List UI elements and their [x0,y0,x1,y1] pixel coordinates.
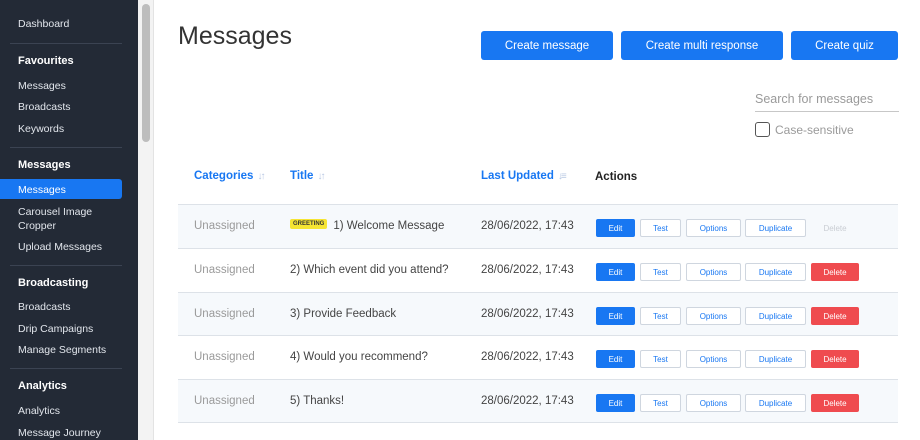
options-button[interactable]: Options [686,394,741,412]
sidebar-item-fav-broadcasts[interactable]: Broadcasts [18,101,71,113]
sort-icon: ↓↑ [257,171,265,182]
sidebar-heading-broadcasting: Broadcasting [18,277,89,289]
create-quiz-button[interactable]: Create quiz [791,31,898,60]
row-last-updated: 28/06/2022, 17:43 [481,395,574,407]
sidebar-divider [10,147,122,148]
sidebar-divider [10,368,122,369]
create-message-button[interactable]: Create message [481,31,613,60]
duplicate-button[interactable]: Duplicate [745,350,806,368]
sort-icon: ↓≡ [557,171,567,182]
row-last-updated: 28/06/2022, 17:43 [481,220,574,232]
table-row: Unassigned 3) Provide Feedback 28/06/202… [178,292,898,336]
options-button[interactable]: Options [686,219,741,237]
edit-button[interactable]: Edit [596,394,635,412]
page-title: Messages [178,22,292,50]
sort-icon: ↓↑ [317,171,325,182]
sidebar-item-fav-keywords[interactable]: Keywords [18,123,64,135]
column-header-last-updated[interactable]: Last Updated ↓≡ [481,170,567,182]
options-button[interactable]: Options [686,263,741,281]
table-row: Unassigned 2) Which event did you attend… [178,248,898,292]
sidebar-item-analytics[interactable]: Analytics [18,405,60,417]
column-header-label: Actions [595,171,638,183]
row-category: Unassigned [194,264,255,276]
column-header-label: Categories [194,170,254,182]
edit-button[interactable]: Edit [596,307,635,325]
create-multi-response-button[interactable]: Create multi response [621,31,783,60]
duplicate-button[interactable]: Duplicate [745,263,806,281]
greeting-badge: GREETING [290,218,328,229]
table-row: Unassigned 4) Would you recommend? 28/06… [178,335,898,379]
sidebar-item-message-journey[interactable]: Message Journey [18,427,101,439]
table-row: Unassigned 5) Thanks! 28/06/2022, 17:43 … [178,379,898,423]
row-last-updated: 28/06/2022, 17:43 [481,308,574,320]
search-input[interactable] [755,86,899,112]
edit-button[interactable]: Edit [596,219,635,237]
delete-button[interactable]: Delete [811,307,859,325]
sidebar: Dashboard Favourites Messages Broadcasts… [0,0,138,440]
edit-button[interactable]: Edit [596,263,635,281]
delete-button[interactable]: Delete [811,350,859,368]
sidebar-item-carousel-image-cropper[interactable]: Carousel Image Cropper [18,205,108,233]
sidebar-heading-favourites: Favourites [18,55,74,67]
sidebar-heading-analytics: Analytics [18,380,67,392]
edit-button[interactable]: Edit [596,350,635,368]
row-last-updated: 28/06/2022, 17:43 [481,264,574,276]
test-button[interactable]: Test [640,394,681,412]
duplicate-button[interactable]: Duplicate [745,394,806,412]
duplicate-button[interactable]: Duplicate [745,307,806,325]
column-header-title[interactable]: Title ↓↑ [290,170,325,182]
row-category: Unassigned [194,395,255,407]
column-header-label: Title [290,170,314,182]
sidebar-item-drip-campaigns[interactable]: Drip Campaigns [18,323,93,335]
sidebar-item-dashboard[interactable]: Dashboard [18,18,69,30]
duplicate-button[interactable]: Duplicate [745,219,806,237]
sidebar-item-manage-segments[interactable]: Manage Segments [18,344,106,356]
row-title[interactable]: GREETING 1) Welcome Message [290,218,445,232]
row-category: Unassigned [194,220,255,232]
sidebar-item-fav-messages[interactable]: Messages [18,80,66,92]
row-title[interactable]: 3) Provide Feedback [290,308,396,320]
case-sensitive-label: Case-sensitive [775,123,854,137]
row-title[interactable]: 2) Which event did you attend? [290,264,449,276]
column-header-label: Last Updated [481,170,554,182]
sidebar-divider [10,265,122,266]
sidebar-item-messages[interactable]: Messages [18,184,66,196]
table-row: Unassigned GREETING 1) Welcome Message 28… [178,204,898,248]
row-category: Unassigned [194,351,255,363]
options-button[interactable]: Options [686,350,741,368]
row-title[interactable]: 5) Thanks! [290,395,344,407]
test-button[interactable]: Test [640,263,681,281]
sidebar-item-broadcasts[interactable]: Broadcasts [18,301,71,313]
row-title[interactable]: 4) Would you recommend? [290,351,428,363]
test-button[interactable]: Test [640,219,681,237]
row-title-text: 1) Welcome Message [333,220,445,232]
delete-button[interactable]: Delete [811,394,859,412]
test-button[interactable]: Test [640,350,681,368]
test-button[interactable]: Test [640,307,681,325]
case-sensitive-checkbox[interactable] [755,122,770,137]
sidebar-item-upload-messages[interactable]: Upload Messages [18,241,102,253]
delete-button-disabled: Delete [823,223,847,233]
column-header-categories[interactable]: Categories ↓↑ [194,170,265,182]
row-category: Unassigned [194,308,255,320]
sidebar-divider [10,43,122,44]
column-header-actions: Actions [595,171,637,183]
delete-button[interactable]: Delete [811,263,859,281]
row-last-updated: 28/06/2022, 17:43 [481,351,574,363]
sidebar-scrollbar-thumb[interactable] [142,4,150,142]
options-button[interactable]: Options [686,307,741,325]
sidebar-heading-messages: Messages [18,159,71,171]
